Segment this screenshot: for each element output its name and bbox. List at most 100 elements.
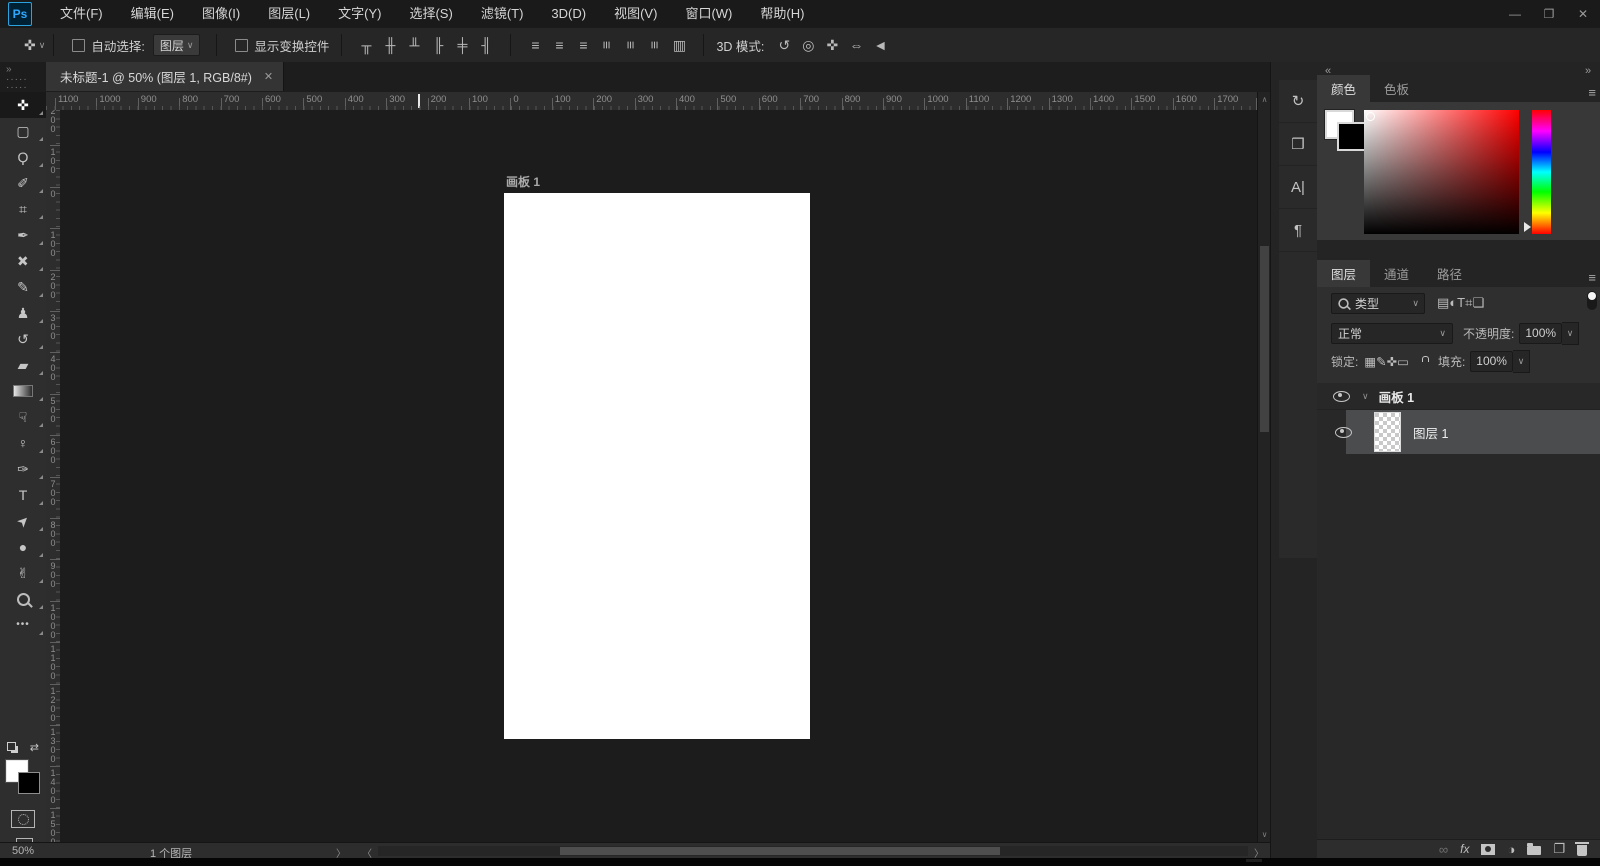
brush-tool[interactable]: ✎ xyxy=(0,274,46,300)
lock-image-pixels-icon[interactable]: ✎ xyxy=(1376,355,1386,369)
pen-tool[interactable]: ✑ xyxy=(0,456,46,482)
tab-paths[interactable]: 路径 xyxy=(1423,260,1476,287)
fill-chevron[interactable]: ∨ xyxy=(1513,350,1530,373)
clone-stamp-tool[interactable]: ♟ xyxy=(0,300,46,326)
align-top-edges-icon[interactable]: ╥ xyxy=(354,37,378,53)
filter-type-layers-icon[interactable]: T xyxy=(1457,295,1465,310)
tab-overflow-icon[interactable]: » xyxy=(6,66,12,74)
zoom-level-field[interactable]: 50% xyxy=(12,845,34,857)
type-tool[interactable]: T xyxy=(0,482,46,508)
eraser-tool[interactable]: ▰ xyxy=(0,352,46,378)
background-color-swatch[interactable] xyxy=(18,772,40,794)
menu-item[interactable]: 滤镜(T) xyxy=(467,0,538,28)
panel-background-swatch[interactable] xyxy=(1337,122,1366,151)
menu-item[interactable]: 选择(S) xyxy=(395,0,466,28)
filter-pixel-layers-icon[interactable]: ▤ xyxy=(1437,295,1449,310)
auto-select-dropdown[interactable]: 图层 ∨ xyxy=(153,34,201,56)
new-group-icon[interactable] xyxy=(1527,843,1541,855)
document-tab[interactable]: 未标题-1 @ 50% (图层 1, RGB/8#) ✕ xyxy=(46,62,284,91)
layer-thumbnail[interactable] xyxy=(1374,412,1401,452)
vertical-scrollbar[interactable]: ∧ ∨ xyxy=(1257,92,1271,842)
filter-type-dropdown[interactable]: 类型 ∨ xyxy=(1331,293,1425,314)
filter-adjustment-layers-icon[interactable]: ◐ xyxy=(1449,295,1457,310)
ellipse-tool[interactable]: ● xyxy=(0,534,46,560)
crop-tool[interactable]: ⌗ xyxy=(0,196,46,222)
hand-tool[interactable]: ✌ xyxy=(0,560,46,586)
distribute-right-edges-icon[interactable]: ≡ xyxy=(647,33,663,57)
lock-position-icon[interactable]: ✜ xyxy=(1387,355,1397,369)
link-layers-icon[interactable]: ∞ xyxy=(1439,842,1448,857)
distribute-vertical-centers-icon[interactable]: ≡ xyxy=(547,37,571,53)
character-panel-icon[interactable]: A| xyxy=(1279,166,1317,209)
3d-drag-icon[interactable]: ✜ xyxy=(820,37,844,54)
distribute-top-edges-icon[interactable]: ≡ xyxy=(523,37,547,53)
zoom-tool[interactable] xyxy=(0,586,46,612)
distribute-horizontal-centers-icon[interactable]: ≡ xyxy=(623,33,639,57)
filter-smart-objects-icon[interactable]: ❏ xyxy=(1472,295,1484,310)
hue-slider[interactable] xyxy=(1532,110,1551,234)
opacity-field[interactable]: 100% xyxy=(1519,323,1562,344)
panel-menu-icon[interactable]: ≡ xyxy=(1588,270,1595,285)
new-layer-icon[interactable]: ❐ xyxy=(1553,841,1565,857)
distribute-bottom-edges-icon[interactable]: ≡ xyxy=(571,37,595,53)
current-tool-icon[interactable]: ✜ xyxy=(24,37,36,54)
default-colors-icon[interactable] xyxy=(7,742,18,753)
menu-item[interactable]: 视图(V) xyxy=(600,0,671,28)
history-panel-icon[interactable]: ↻ xyxy=(1279,80,1317,123)
align-bottom-edges-icon[interactable]: ╨ xyxy=(402,37,426,53)
path-selection-tool[interactable]: ➤ xyxy=(0,508,46,534)
menu-item[interactable]: 文字(Y) xyxy=(324,0,395,28)
layer-filter-toggle[interactable] xyxy=(1587,291,1597,310)
distribute-spacing-icon[interactable]: ▥ xyxy=(667,37,691,54)
menu-item[interactable]: 3D(D) xyxy=(537,0,600,28)
artboard-label[interactable]: 画板 1 xyxy=(506,173,540,190)
menu-item[interactable]: 窗口(W) xyxy=(671,0,746,28)
3d-slide-icon[interactable]: ⇔ xyxy=(844,37,868,53)
vertical-scrollbar-thumb[interactable] xyxy=(1260,246,1269,432)
menu-item[interactable]: 编辑(E) xyxy=(117,0,188,28)
move-tool[interactable]: ✜ xyxy=(0,92,46,118)
close-button[interactable]: ✕ xyxy=(1566,0,1600,28)
menu-item[interactable]: 帮助(H) xyxy=(746,0,818,28)
horizontal-scrollbar-thumb[interactable] xyxy=(560,847,1000,855)
fill-field[interactable]: 100% xyxy=(1470,351,1513,372)
tab-layers[interactable]: 图层 xyxy=(1317,260,1370,287)
edit-toolbar-button[interactable]: ••• xyxy=(0,612,46,638)
artboard[interactable] xyxy=(504,193,810,739)
lock-artboard-icon[interactable]: ▭ xyxy=(1397,355,1409,369)
object-selection-tool[interactable]: ✐ xyxy=(0,170,46,196)
hue-slider-arrow[interactable] xyxy=(1524,222,1536,232)
saturation-brightness-field[interactable] xyxy=(1364,110,1519,234)
distribute-left-edges-icon[interactable]: ≡ xyxy=(599,33,615,57)
menu-item[interactable]: 图层(L) xyxy=(254,0,324,28)
layer-style-icon[interactable]: fx xyxy=(1460,842,1469,856)
3d-roll-icon[interactable]: ◎ xyxy=(796,37,820,54)
eyedropper-tool[interactable]: ✒ xyxy=(0,222,46,248)
layer-row-selected[interactable]: 图层 1 xyxy=(1317,410,1600,454)
opacity-chevron[interactable]: ∨ xyxy=(1562,322,1579,345)
align-vertical-centers-icon[interactable]: ╫ xyxy=(378,37,402,53)
smudge-tool[interactable]: ☟ xyxy=(0,404,46,430)
vertical-ruler[interactable]: 2001000100200300400500600700800900100011… xyxy=(46,110,61,842)
rectangular-marquee-tool[interactable]: ▢ xyxy=(0,118,46,144)
show-transform-checkbox[interactable] xyxy=(235,39,248,52)
collapse-to-icons-icon[interactable]: » xyxy=(1585,65,1591,77)
tab-swatches[interactable]: 色板 xyxy=(1370,75,1423,102)
blend-mode-dropdown[interactable]: 正常 ∨ xyxy=(1331,323,1453,344)
align-right-edges-icon[interactable]: ╢ xyxy=(474,37,498,53)
dodge-tool[interactable]: ♀ xyxy=(0,430,46,456)
new-adjustment-layer-icon[interactable]: ◑ xyxy=(1507,842,1515,857)
artboard-row[interactable]: ∨ 画板 1 xyxy=(1317,383,1600,410)
history-brush-tool[interactable]: ↺ xyxy=(0,326,46,352)
tool-preset-chevron-icon[interactable]: ∨ xyxy=(39,40,46,51)
quick-mask-button[interactable] xyxy=(11,810,35,828)
tab-channels[interactable]: 通道 xyxy=(1370,260,1423,287)
swap-colors-icon[interactable]: ⇄ xyxy=(30,741,39,754)
add-layer-mask-icon[interactable] xyxy=(1481,844,1495,855)
close-tab-icon[interactable]: ✕ xyxy=(264,70,273,83)
minimize-button[interactable]: — xyxy=(1498,0,1532,28)
horizontal-scrollbar[interactable] xyxy=(378,846,1248,856)
restore-button[interactable]: ❐ xyxy=(1532,0,1566,28)
lock-transparent-pixels-icon[interactable]: ▦ xyxy=(1364,355,1376,369)
visibility-eye-icon[interactable] xyxy=(1335,427,1352,438)
